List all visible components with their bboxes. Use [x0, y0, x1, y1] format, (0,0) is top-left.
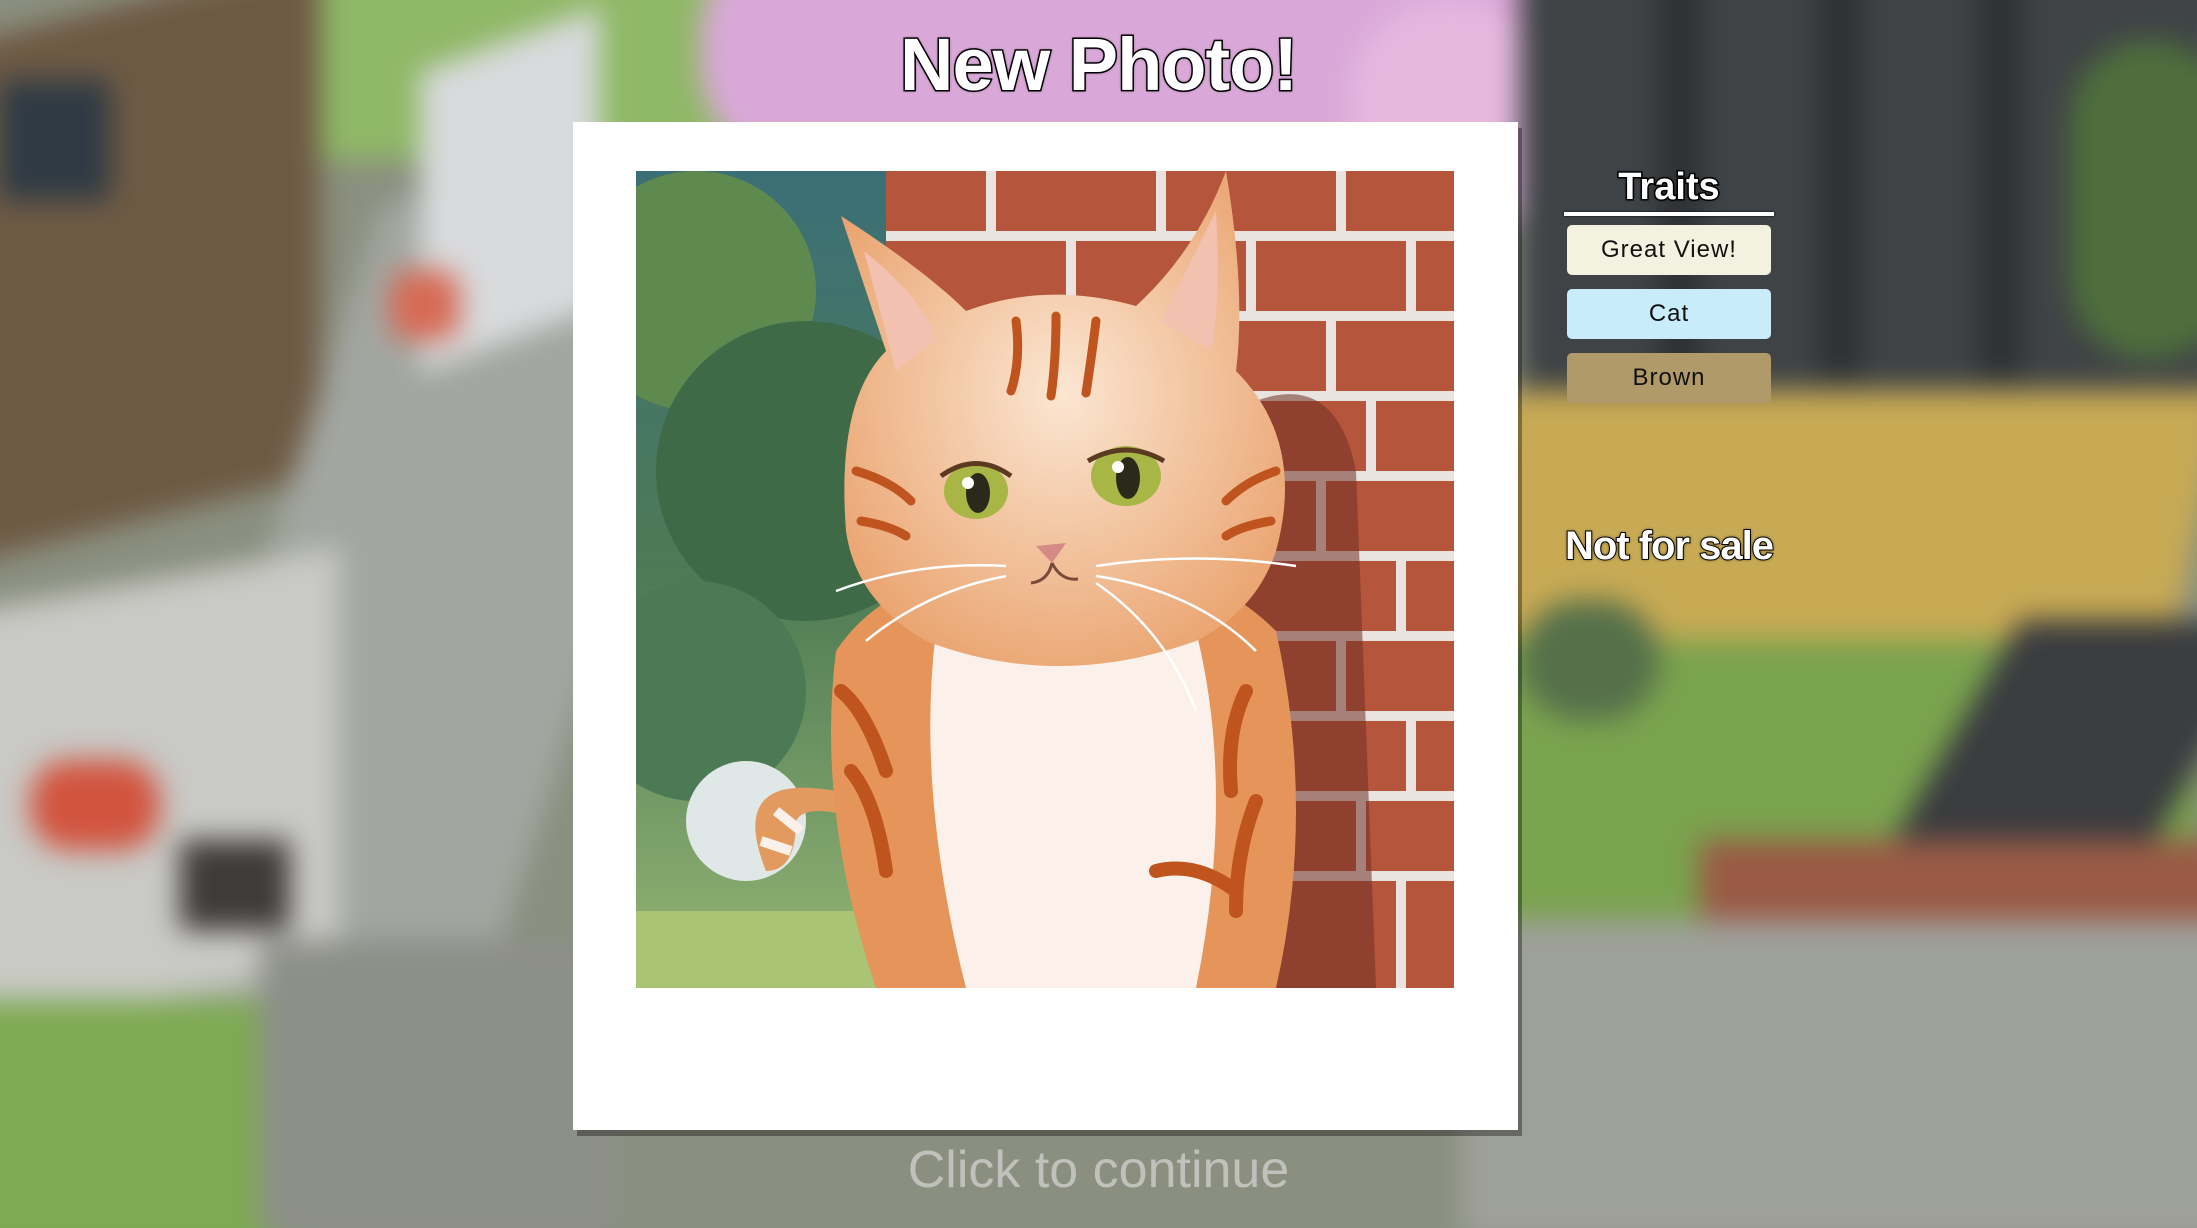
screen-title: New Photo!	[899, 22, 1300, 108]
photo-polaroid-card[interactable]	[573, 122, 1518, 1130]
tabby-cat-portrait-icon	[636, 171, 1454, 988]
trait-badge-great-view: Great View!	[1567, 225, 1771, 275]
click-to-continue-prompt[interactable]: Click to continue	[0, 1140, 2197, 1200]
sale-status: Not for sale	[1564, 523, 1775, 569]
captured-photo	[636, 171, 1454, 988]
traits-heading: Traits	[1617, 165, 1721, 210]
traits-divider	[1564, 212, 1774, 216]
trait-badge-cat: Cat	[1567, 289, 1771, 339]
trait-badge-brown: Brown	[1567, 353, 1771, 403]
